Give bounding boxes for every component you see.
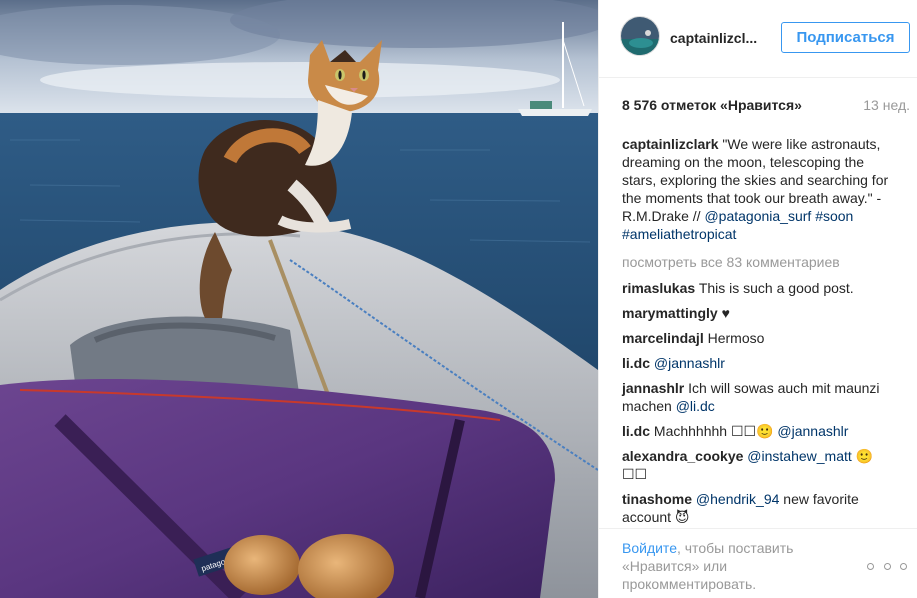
view-all-comments-link[interactable]: посмотреть все 83 комментариев — [622, 253, 892, 271]
comment-text: Hermoso — [707, 330, 765, 346]
comment-mention-link[interactable]: @jannashlr — [777, 423, 848, 439]
avatar-image — [621, 17, 659, 55]
comment-item: rimaslukas This is such a good post. — [622, 279, 892, 297]
post-header: captainlizcl... Подписаться — [599, 0, 917, 78]
likes-row: 8 576 отметок «Нравится» 13 нед. — [622, 97, 910, 117]
comment-username-link[interactable]: jannashlr — [622, 380, 684, 396]
comment-username-link[interactable]: tinashome — [622, 491, 692, 507]
comments-list: captainlizclark "We were like astronauts… — [622, 135, 892, 533]
comment-username-link[interactable]: alexandra_cookye — [622, 448, 743, 464]
comment-username-link[interactable]: li.dc — [622, 423, 650, 439]
hashtag-link[interactable]: #soon — [815, 208, 853, 224]
comment-item: jannashlr Ich will sowas auch mit maunzi… — [622, 379, 892, 415]
comment-username-link[interactable]: marymattingly — [622, 305, 718, 321]
post-timestamp[interactable]: 13 нед. — [863, 97, 910, 113]
comment-mention-link[interactable]: @jannashlr — [654, 355, 725, 371]
hashtag-link[interactable]: #ameliathetropicat — [622, 226, 736, 242]
more-dot-icon — [900, 562, 907, 570]
post-caption: captainlizclark "We were like astronauts… — [622, 135, 892, 243]
comment-item: li.dc @jannashlr — [622, 354, 892, 372]
comment-item: marymattingly ♥ — [622, 304, 892, 322]
comment-item: marcelindajl Hermoso — [622, 329, 892, 347]
heart-icon: ♥ — [721, 305, 730, 321]
login-prompt: Войдите, чтобы поставить «Нравится» или … — [622, 539, 842, 593]
comment-item: tinashome @hendrik_94 new favorite accou… — [622, 490, 892, 526]
more-dot-icon — [883, 562, 891, 570]
comment-mention-link[interactable]: @instahew_matt — [747, 448, 851, 464]
post-side-panel: captainlizcl... Подписаться 8 576 отмето… — [598, 0, 917, 598]
caption-username-link[interactable]: captainlizclark — [622, 136, 719, 152]
comment-text: This is such a good post. — [698, 280, 854, 296]
more-options-button[interactable] — [867, 559, 907, 573]
comment-item: alexandra_cookye @instahew_matt 🙂 ☐☐ — [622, 447, 892, 483]
comment-mention-link[interactable]: @hendrik_94 — [696, 491, 780, 507]
header-username-link[interactable]: captainlizcl... — [670, 30, 757, 46]
comment-mention-link[interactable]: @li.dc — [676, 398, 715, 414]
post-view: patagonia captainlizcl... Подписаться 8 … — [0, 0, 917, 598]
comment-text: Machhhhhh ☐☐🙂 — [653, 423, 778, 439]
post-footer: Войдите, чтобы поставить «Нравится» или … — [599, 528, 917, 598]
post-photo[interactable]: patagonia — [0, 0, 598, 598]
caption-mention-link[interactable]: @patagonia_surf — [704, 208, 811, 224]
photo-scene: patagonia — [0, 0, 598, 598]
follow-button[interactable]: Подписаться — [781, 22, 910, 53]
likes-count[interactable]: 8 576 отметок «Нравится» — [622, 97, 802, 113]
comment-username-link[interactable]: li.dc — [622, 355, 650, 371]
more-dot-icon — [867, 562, 874, 570]
avatar[interactable] — [620, 16, 660, 56]
comment-username-link[interactable]: marcelindajl — [622, 330, 704, 346]
login-link[interactable]: Войдите — [622, 540, 677, 556]
comment-item: li.dc Machhhhhh ☐☐🙂 @jannashlr — [622, 422, 892, 440]
comment-username-link[interactable]: rimaslukas — [622, 280, 695, 296]
